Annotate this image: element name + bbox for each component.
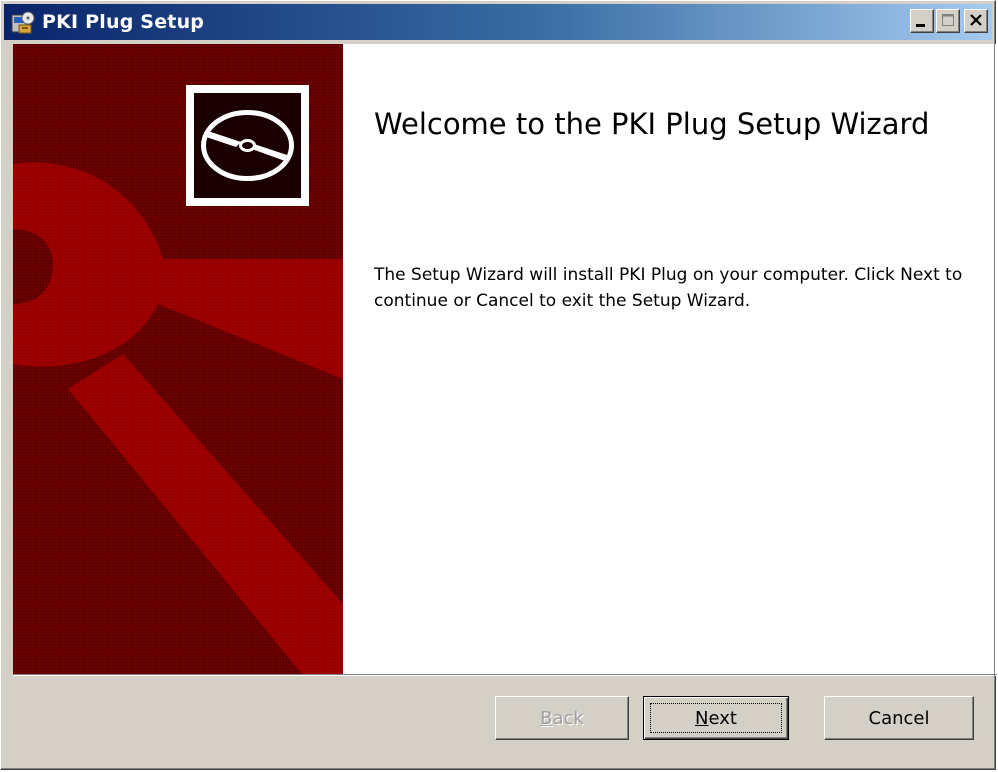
back-button-label: Back xyxy=(540,707,584,729)
close-button[interactable] xyxy=(964,9,988,33)
title-bar[interactable]: PKI Plug Setup xyxy=(4,4,992,40)
welcome-description: The Setup Wizard will install PKI Plug o… xyxy=(374,265,963,311)
maximize-button[interactable] xyxy=(936,9,960,33)
install-disc-icon xyxy=(186,85,309,206)
setup-window: PKI Plug Setup Welcome to the PKI Plug S… xyxy=(0,0,997,770)
caption-buttons xyxy=(910,9,988,33)
wizard-banner xyxy=(13,44,343,675)
window-title: PKI Plug Setup xyxy=(42,11,205,33)
next-button[interactable]: Next xyxy=(643,696,789,740)
cancel-button[interactable]: Cancel xyxy=(824,696,974,740)
welcome-heading: Welcome to the PKI Plug Setup Wizard xyxy=(374,107,930,141)
minimize-button[interactable] xyxy=(910,9,934,33)
next-button-label: Next xyxy=(695,707,737,729)
button-area-separator xyxy=(13,674,997,676)
back-button[interactable]: Back xyxy=(495,696,629,740)
cancel-button-label: Cancel xyxy=(868,707,930,729)
setup-package-icon xyxy=(10,9,36,35)
wizard-content: Welcome to the PKI Plug Setup Wizard The… xyxy=(13,44,997,675)
